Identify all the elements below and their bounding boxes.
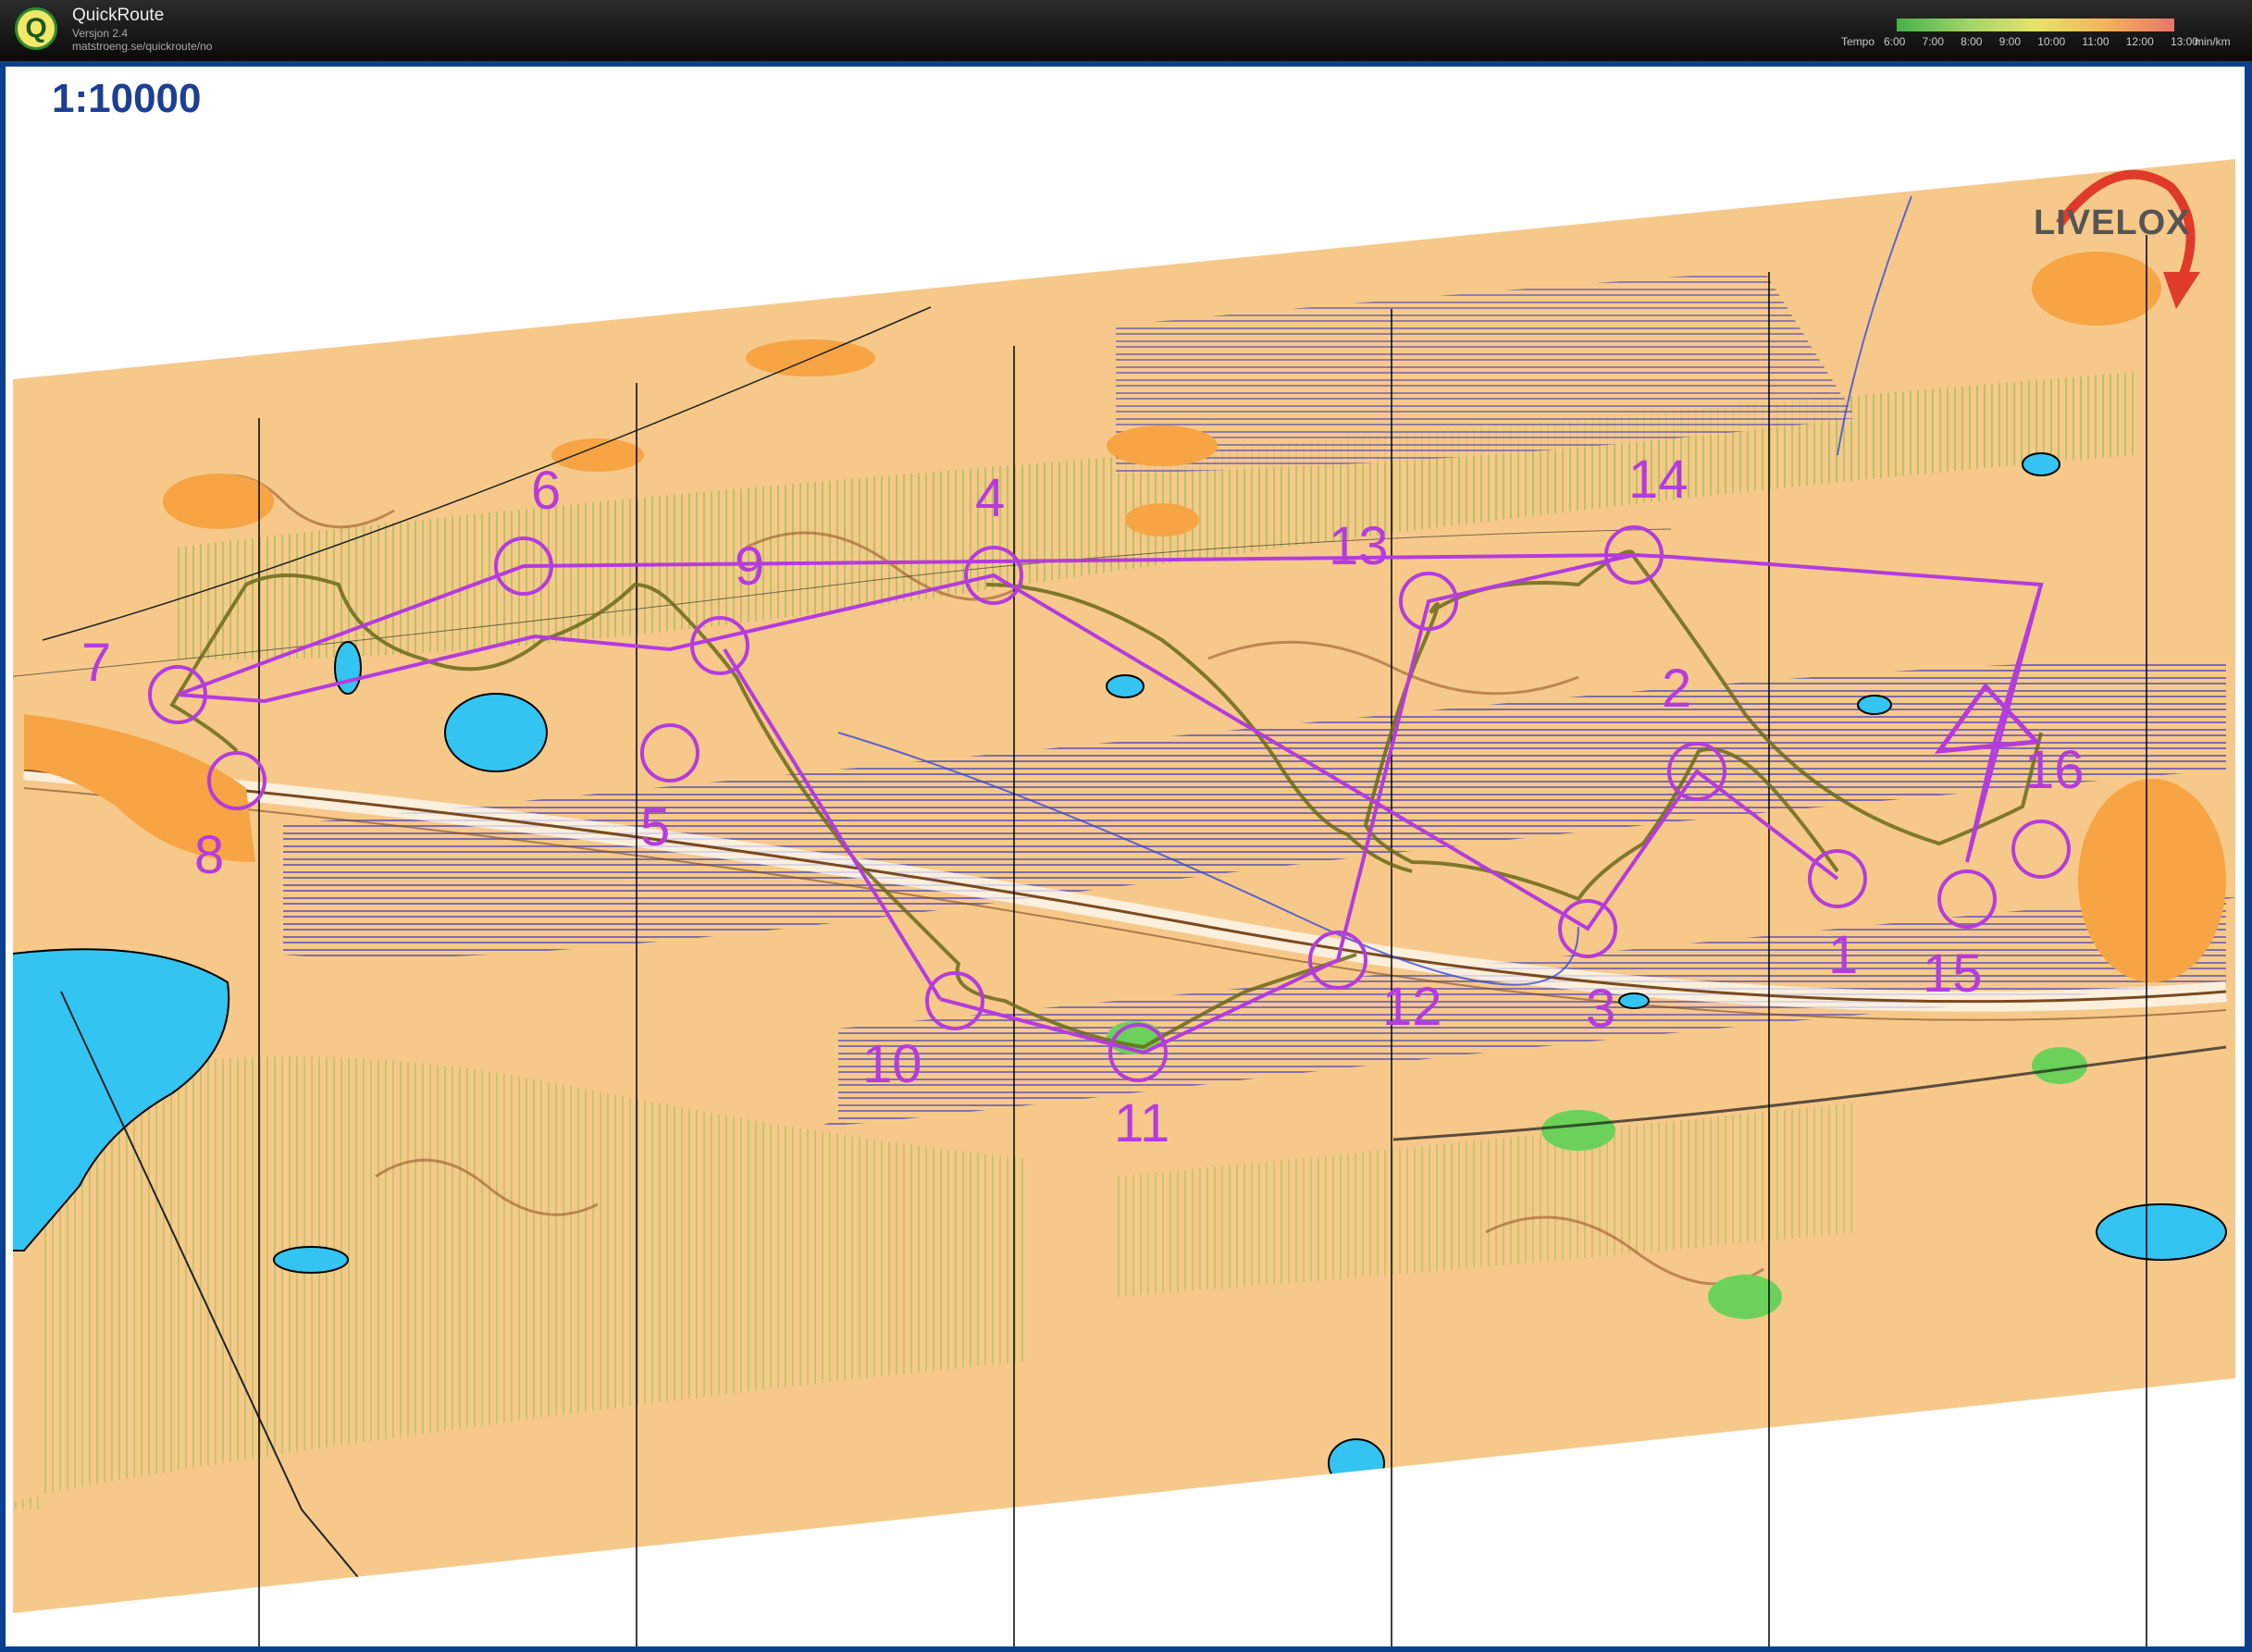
- control-label: 12: [1382, 977, 1442, 1037]
- title-bar: Q QuickRoute Versjon 2.4 matstroeng.se/q…: [0, 0, 2252, 61]
- tempo-tick: 11:00: [2082, 35, 2110, 48]
- tempo-tick: 9:00: [1998, 35, 2021, 48]
- control-label: 1: [1828, 925, 1858, 985]
- app-name: QuickRoute: [72, 6, 165, 25]
- control-label: 13: [1329, 516, 1389, 576]
- control-label: 9: [735, 536, 764, 597]
- tempo-label: Tempo: [1841, 35, 1875, 48]
- quickroute-logo-icon: Q: [15, 7, 57, 50]
- control-label: 3: [1586, 979, 1615, 1039]
- control-label: 6: [531, 461, 561, 521]
- tempo-ticks: 6:00 7:00 8:00 9:00 10:00 11:00 12:00 13…: [1884, 35, 2198, 48]
- tempo-tick: 6:00: [1884, 35, 1906, 48]
- tempo-tick: 10:00: [2037, 35, 2066, 48]
- control-label: 4: [975, 468, 1005, 528]
- control-label: 14: [1628, 450, 1689, 510]
- control-label: 11: [1114, 1093, 1169, 1153]
- map-scale: 1:10000: [52, 76, 202, 121]
- orienteering-map[interactable]: 6 4 9 7 5 8 13 14 2 16 1 15 3 12 10 11: [6, 67, 2245, 1646]
- livelox-logo: LIVELOX: [2034, 203, 2191, 242]
- tempo-unit: min/km: [2195, 35, 2231, 48]
- control-label: 16: [2024, 740, 2085, 800]
- control-label: 10: [862, 1034, 922, 1094]
- map-frame[interactable]: 6 4 9 7 5 8 13 14 2 16 1 15 3 12 10 11 1…: [6, 67, 2245, 1646]
- control-label: 8: [194, 825, 224, 885]
- control-label: 5: [640, 797, 670, 857]
- app-version: Versjon 2.4: [72, 27, 129, 40]
- control-label: 7: [81, 633, 111, 693]
- tempo-tick: 7:00: [1922, 35, 1944, 48]
- tempo-tick: 8:00: [1961, 35, 1983, 48]
- app-url[interactable]: matstroeng.se/quickroute/no: [72, 40, 212, 53]
- map-terrain: [13, 159, 2235, 1613]
- control-label: 15: [1923, 943, 1983, 1004]
- tempo-color-scale: [1897, 18, 2174, 31]
- tempo-tick: 12:00: [2125, 35, 2154, 48]
- control-label: 2: [1662, 659, 1691, 719]
